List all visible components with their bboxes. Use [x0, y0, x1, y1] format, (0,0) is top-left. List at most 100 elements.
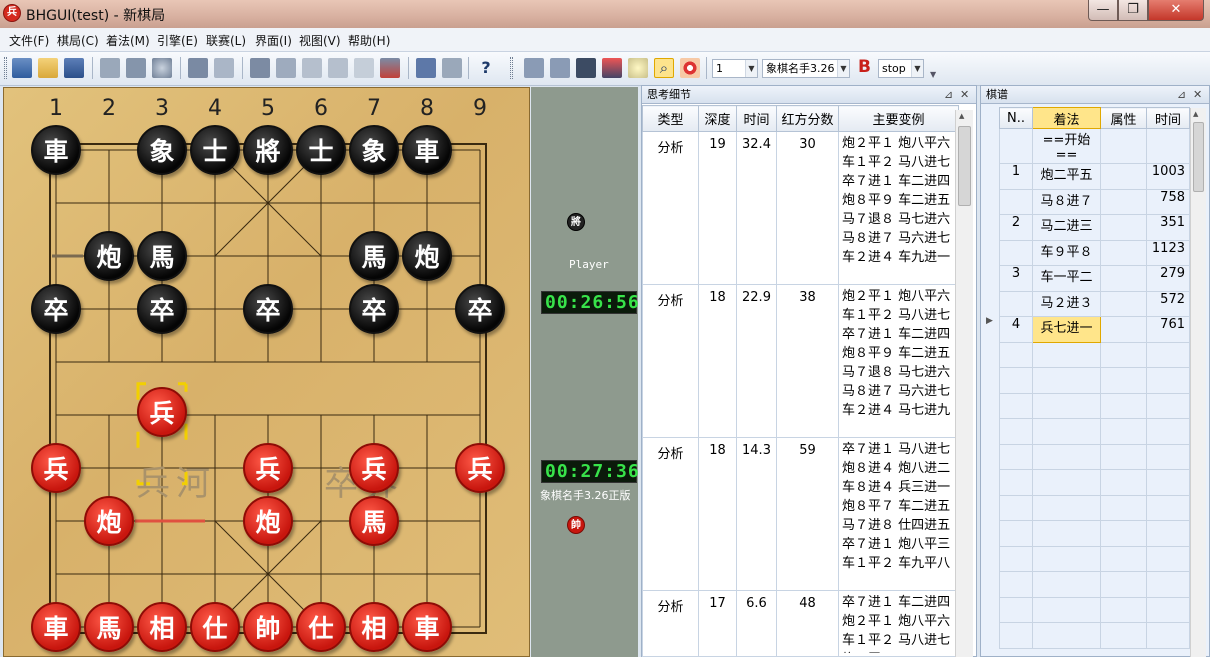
close-panel-icon[interactable]: ✕	[1193, 86, 1202, 103]
red-piece[interactable]: 馬	[349, 496, 399, 546]
menu-move[interactable]: 着法(M)	[106, 32, 150, 49]
black-piece[interactable]: 馬	[349, 231, 399, 281]
menu-engine[interactable]: 引擎(E)	[157, 32, 198, 49]
record-row[interactable]	[999, 341, 1190, 368]
record-row[interactable]: 马２进３ 572	[999, 290, 1190, 317]
black-piece[interactable]: 卒	[137, 284, 187, 334]
record-row[interactable]	[999, 418, 1190, 445]
record-row[interactable]	[999, 392, 1190, 419]
black-piece[interactable]: 士	[190, 125, 240, 175]
target-icon[interactable]	[680, 58, 700, 78]
red-piece[interactable]: 炮	[84, 496, 134, 546]
record-row[interactable]: 2 马二进三 351	[999, 214, 1190, 241]
black-piece[interactable]: 卒	[349, 284, 399, 334]
open-folder-icon[interactable]	[38, 58, 58, 78]
red-piece[interactable]: 車	[402, 602, 452, 652]
record-row[interactable]: 3 车一平二 279	[999, 265, 1190, 292]
maximize-button[interactable]: ❐	[1118, 0, 1148, 21]
previous-move-icon[interactable]	[276, 58, 296, 78]
black-piece[interactable]: 卒	[243, 284, 293, 334]
record-row[interactable]	[999, 494, 1190, 521]
scrollbar-thumb[interactable]	[1193, 122, 1204, 192]
record-row[interactable]	[999, 622, 1190, 649]
red-monitor-icon[interactable]	[602, 58, 622, 78]
red-piece[interactable]: 相	[137, 602, 187, 652]
red-piece[interactable]: 兵	[349, 443, 399, 493]
record-row[interactable]: ==开始==	[999, 128, 1190, 164]
col-depth[interactable]: 深度	[698, 105, 737, 132]
pin-icon[interactable]: ⊿	[944, 86, 953, 103]
hint-bulb-icon[interactable]	[628, 58, 648, 78]
black-piece[interactable]: 馬	[137, 231, 187, 281]
black-piece[interactable]: 炮	[84, 231, 134, 281]
first-move-icon[interactable]	[250, 58, 270, 78]
red-piece[interactable]: 馬	[84, 602, 134, 652]
copy-board-icon[interactable]	[100, 58, 120, 78]
menu-game[interactable]: 棋局(C)	[57, 32, 99, 49]
red-piece[interactable]: 相	[349, 602, 399, 652]
scroll-up-icon[interactable]: ▲	[1193, 110, 1198, 118]
black-piece[interactable]: 將	[243, 125, 293, 175]
paste-board-icon[interactable]	[126, 58, 146, 78]
col-time[interactable]: 时间	[736, 105, 777, 132]
black-piece[interactable]: 車	[402, 125, 452, 175]
toolbar-grip[interactable]	[510, 57, 513, 79]
save-icon[interactable]	[64, 58, 84, 78]
red-piece[interactable]: 炮	[243, 496, 293, 546]
record-row[interactable]: 1 炮二平五 1003	[999, 163, 1190, 190]
red-piece[interactable]: 兵	[243, 443, 293, 493]
search-icon[interactable]: ⌕	[654, 58, 674, 78]
thinking-scrollbar[interactable]: ▲	[955, 110, 973, 657]
red-piece[interactable]: 兵	[31, 443, 81, 493]
analysis-row[interactable]: 分析 17 6.6 48 卒７进１ 车二进四 炮２平１ 炮八平六 车１平２ 马八…	[642, 589, 959, 657]
analysis-row[interactable]: 分析 19 32.4 30 炮２平１ 炮八平六 车１平２ 马八进七 卒７进１ 车…	[642, 131, 959, 285]
flip-board-icon[interactable]	[188, 58, 208, 78]
close-panel-icon[interactable]: ✕	[960, 86, 969, 103]
black-piece[interactable]: 卒	[31, 284, 81, 334]
window-icon[interactable]	[442, 58, 462, 78]
record-row[interactable]	[999, 571, 1190, 598]
black-piece[interactable]: 士	[296, 125, 346, 175]
settings-gear-icon[interactable]	[152, 58, 172, 78]
red-piece[interactable]: 帥	[243, 602, 293, 652]
red-piece[interactable]: 仕	[296, 602, 346, 652]
col-pv[interactable]: 主要变例	[838, 105, 959, 132]
red-piece[interactable]: 仕	[190, 602, 240, 652]
menu-file[interactable]: 文件(F)	[9, 32, 49, 49]
analysis-row[interactable]: 分析 18 14.3 59 卒７进１ 马八进七 炮８进４ 炮八进二 车８进４ 兵…	[642, 436, 959, 591]
analyze-icon[interactable]	[416, 58, 436, 78]
black-piece[interactable]: 炮	[402, 231, 452, 281]
record-row[interactable]	[999, 469, 1190, 496]
next-move-icon[interactable]	[302, 58, 322, 78]
menu-interface[interactable]: 界面(I)	[255, 32, 292, 49]
col-move[interactable]: 着法	[1032, 107, 1101, 129]
menu-league[interactable]: 联赛(L)	[206, 32, 246, 49]
red-piece[interactable]: 車	[31, 602, 81, 652]
record-row[interactable]	[999, 367, 1190, 394]
record-row[interactable]: 车９平８ 1123	[999, 239, 1190, 266]
col-type[interactable]: 类型	[642, 105, 699, 132]
engine-list-icon[interactable]	[550, 58, 570, 78]
toolbar-grip[interactable]	[4, 57, 7, 79]
col-time[interactable]: 时间	[1146, 107, 1190, 129]
record-row[interactable]	[999, 545, 1190, 572]
black-piece[interactable]: 象	[349, 125, 399, 175]
bold-button[interactable]: B	[858, 57, 871, 77]
toolbar-overflow-icon[interactable]: ▼	[930, 70, 936, 79]
col-number[interactable]: N..	[999, 107, 1033, 129]
engine-settings-icon[interactable]	[524, 58, 544, 78]
menu-view[interactable]: 视图(V)	[299, 32, 341, 49]
red-piece[interactable]: 兵	[455, 443, 505, 493]
record-row[interactable]	[999, 520, 1190, 547]
undo-icon[interactable]	[354, 58, 374, 78]
edit-position-icon[interactable]	[214, 58, 234, 78]
record-row[interactable]: 马８进７ 758	[999, 188, 1190, 215]
black-piece[interactable]: 車	[31, 125, 81, 175]
record-scrollbar[interactable]: ▲	[1190, 108, 1206, 657]
help-icon[interactable]: ?	[476, 58, 496, 78]
new-game-icon[interactable]	[12, 58, 32, 78]
black-piece[interactable]: 卒	[455, 284, 505, 334]
last-move-icon[interactable]	[328, 58, 348, 78]
analysis-row[interactable]: 分析 18 22.9 38 炮２平１ 炮八平六 车１平２ 马八进七 卒７进１ 车…	[642, 283, 959, 438]
minimize-button[interactable]: —	[1088, 0, 1118, 21]
